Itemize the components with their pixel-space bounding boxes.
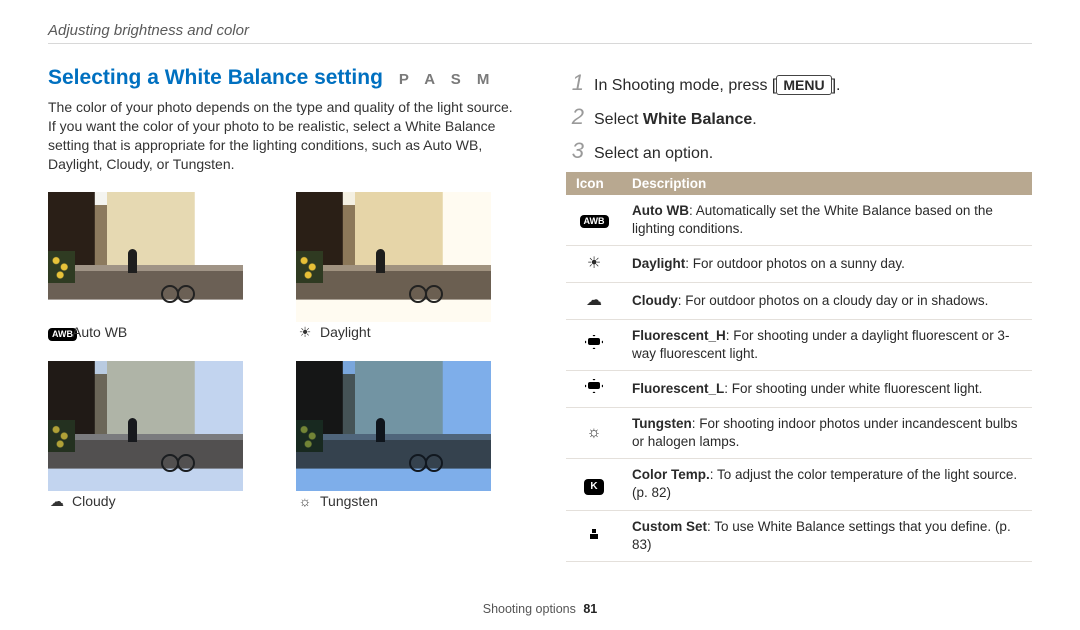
table-desc: Fluorescent_H: For shooting under a dayl… — [622, 319, 1032, 370]
table-desc: Auto WB: Automatically set the White Bal… — [622, 195, 1032, 246]
table-row: Fluorescent_H: For shooting under a dayl… — [566, 319, 1032, 370]
caption-label: Auto WB — [72, 324, 127, 340]
steps-list: 1 In Shooting mode, press [MENU]. 2 Sele… — [566, 70, 1032, 164]
table-desc: Cloudy: For outdoor photos on a cloudy d… — [622, 283, 1032, 320]
th-description: Description — [622, 172, 1032, 195]
page-footer: Shooting options 81 — [0, 602, 1080, 616]
sample-grid: AWB Auto WB ☀ Daylight — [48, 192, 518, 520]
step-3: 3 Select an option. — [566, 138, 1032, 164]
table-desc: Fluorescent_L: For shooting under white … — [622, 371, 1032, 408]
breadcrumb: Adjusting brightness and color — [48, 22, 1032, 39]
wb-options-table: Icon Description AWB Auto WB: Automatical… — [566, 172, 1032, 562]
sample-auto-wb — [48, 192, 243, 322]
table-row: Custom Set: To use White Balance setting… — [566, 510, 1032, 561]
th-icon: Icon — [566, 172, 622, 195]
step-number: 3 — [566, 138, 584, 164]
table-desc: Daylight: For outdoor photos on a sunny … — [622, 246, 1032, 283]
caption-daylight: ☀ Daylight — [296, 324, 518, 341]
caption-cloudy: ☁ Cloudy — [48, 493, 270, 510]
step-text: Select — [594, 111, 643, 128]
auto-wb-icon: AWB — [580, 215, 609, 228]
daylight-icon: ☀ — [587, 255, 601, 272]
sample-daylight — [296, 192, 491, 322]
caption-label: Daylight — [320, 324, 371, 340]
step-2: 2 Select White Balance. — [566, 104, 1032, 130]
mode-badges: P A S M — [399, 71, 495, 88]
table-row: ☀ Daylight: For outdoor photos on a sunny… — [566, 246, 1032, 283]
caption-tungsten: ☼ Tungsten — [296, 493, 518, 509]
table-row: ☁ Cloudy: For outdoor photos on a cloudy … — [566, 283, 1032, 320]
table-desc: Tungsten: For shooting indoor photos und… — [622, 407, 1032, 458]
custom-set-icon — [587, 526, 601, 540]
tungsten-icon: ☼ — [587, 424, 602, 441]
menu-button-glyph: MENU — [776, 75, 831, 95]
fluorescent-l-icon — [585, 379, 603, 393]
caption-auto-wb: AWB Auto WB — [48, 324, 270, 341]
step-text: Select an option. — [594, 145, 713, 163]
divider — [48, 43, 1032, 44]
caption-label: Tungsten — [320, 493, 378, 509]
table-row: AWB Auto WB: Automatically set the White … — [566, 195, 1032, 246]
table-desc: Color Temp.: To adjust the color tempera… — [622, 459, 1032, 510]
sample-tungsten — [296, 361, 491, 491]
step-bold: White Balance — [643, 111, 752, 128]
step-number: 2 — [566, 104, 584, 130]
page-title: Selecting a White Balance setting — [48, 66, 383, 90]
auto-wb-icon: AWB — [48, 324, 66, 341]
color-temp-icon: K — [584, 479, 603, 495]
daylight-icon: ☀ — [296, 324, 314, 341]
cloudy-icon: ☁ — [586, 292, 602, 309]
sample-cloudy — [48, 361, 243, 491]
cloudy-icon: ☁ — [48, 493, 66, 510]
table-desc: Custom Set: To use White Balance setting… — [622, 510, 1032, 561]
step-text: . — [752, 111, 756, 128]
caption-label: Cloudy — [72, 493, 116, 509]
step-text: In Shooting mode, press [ — [594, 77, 776, 94]
tungsten-icon: ☼ — [296, 493, 314, 509]
table-row: K Color Temp.: To adjust the color temper… — [566, 459, 1032, 510]
table-row: Fluorescent_L: For shooting under white … — [566, 371, 1032, 408]
table-row: ☼ Tungsten: For shooting indoor photos un… — [566, 407, 1032, 458]
footer-section: Shooting options — [483, 602, 576, 616]
step-text: ]. — [832, 77, 841, 94]
step-number: 1 — [566, 70, 584, 96]
fluorescent-h-icon — [585, 335, 603, 349]
footer-page-number: 81 — [583, 602, 597, 616]
intro-text: The color of your photo depends on the t… — [48, 98, 518, 174]
step-1: 1 In Shooting mode, press [MENU]. — [566, 70, 1032, 96]
